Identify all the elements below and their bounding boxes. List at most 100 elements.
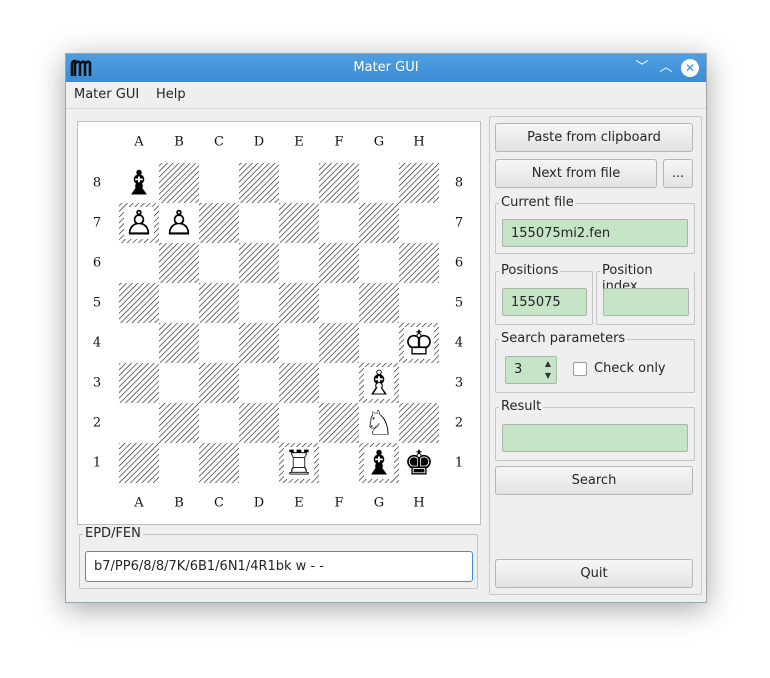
dark-square[interactable] (399, 163, 439, 203)
depth-spinbox[interactable]: 3 ▲ ▼ (505, 356, 557, 384)
dark-square[interactable] (319, 243, 359, 283)
menu-help[interactable]: Help (156, 82, 186, 108)
white-rook-e1[interactable]: ♖ (284, 444, 314, 484)
position-index-field[interactable] (603, 288, 689, 316)
black-king-h1[interactable]: ♚ (404, 444, 434, 484)
white-pawn-b7[interactable]: ♙ (164, 204, 194, 244)
dark-square[interactable] (159, 403, 199, 443)
fen-label: EPD/FEN (83, 526, 143, 542)
current-file-label: Current file (499, 195, 576, 211)
file-label-top: F (334, 135, 343, 150)
positions-label: Positions (499, 263, 561, 279)
dark-square[interactable] (399, 403, 439, 443)
rank-label-left: 5 (93, 296, 101, 311)
dark-square[interactable] (119, 443, 159, 483)
dark-square[interactable] (279, 203, 319, 243)
rank-label-left: 4 (93, 336, 101, 351)
dark-square[interactable] (279, 363, 319, 403)
dark-square[interactable] (319, 163, 359, 203)
file-label-top: B (174, 135, 184, 150)
black-bishop-g1[interactable]: ♝ (364, 444, 394, 484)
dark-square[interactable] (239, 243, 279, 283)
result-label: Result (499, 399, 544, 415)
current-file-field: 155075mi2.fen (502, 219, 688, 247)
file-label-bottom: H (413, 496, 424, 511)
fen-group: EPD/FEN (79, 526, 478, 589)
rank-label-left: 8 (93, 176, 101, 191)
result-field (502, 424, 688, 452)
current-file-group: Current file 155075mi2.fen (495, 195, 695, 254)
browse-file-button[interactable]: ... (663, 159, 693, 188)
minimize-icon[interactable]: ﹀ (632, 58, 652, 78)
white-pawn-a7[interactable]: ♙ (124, 204, 154, 244)
result-group: Result (495, 399, 695, 461)
dark-square[interactable] (199, 203, 239, 243)
search-button[interactable]: Search (495, 466, 693, 495)
dark-square[interactable] (359, 283, 399, 323)
rank-label-left: 7 (93, 216, 101, 231)
close-icon[interactable]: ✕ (681, 59, 699, 77)
file-label-bottom: A (133, 496, 144, 511)
file-label-bottom: G (374, 496, 384, 511)
dark-square[interactable] (399, 243, 439, 283)
dark-square[interactable] (119, 363, 159, 403)
rank-label-right: 8 (455, 176, 463, 191)
file-label-top: G (374, 135, 384, 150)
chess-board-panel: AABBCCDDEEFFGGHH8877665544332211 ♝ ♙ ♙ ♔ ♗ ♘ ♖… (77, 121, 481, 525)
file-label-bottom: F (334, 496, 343, 511)
rank-label-left: 3 (93, 376, 101, 391)
file-label-top: H (413, 135, 424, 150)
white-knight-g2[interactable]: ♘ (364, 404, 394, 444)
file-label-bottom: E (294, 496, 304, 511)
dark-square[interactable] (119, 283, 159, 323)
menu-mater-gui[interactable]: Mater GUI (74, 82, 139, 108)
rank-label-left: 6 (93, 256, 101, 271)
spin-up-icon[interactable]: ▲ (543, 358, 553, 370)
check-only-label[interactable]: Check only (594, 360, 666, 378)
dark-square[interactable] (319, 403, 359, 443)
check-only-checkbox[interactable] (573, 362, 587, 376)
search-parameters-group: Search parameters 3 ▲ ▼ Check only (495, 331, 695, 393)
rank-label-right: 1 (455, 456, 463, 471)
dark-square[interactable] (199, 363, 239, 403)
rank-label-right: 6 (455, 256, 463, 271)
rank-label-right: 3 (455, 376, 463, 391)
black-bishop-a8[interactable]: ♝ (124, 164, 154, 204)
menu-bar: Mater GUI Help (66, 82, 706, 109)
white-king-h4[interactable]: ♔ (404, 324, 434, 364)
file-label-top: E (294, 135, 304, 150)
dark-square[interactable] (239, 403, 279, 443)
dark-square[interactable] (319, 323, 359, 363)
depth-value: 3 (514, 362, 523, 377)
rank-label-left: 1 (93, 456, 101, 471)
dark-square[interactable] (239, 163, 279, 203)
white-bishop-g3[interactable]: ♗ (364, 364, 394, 404)
fen-input[interactable] (85, 551, 473, 582)
spin-down-icon[interactable]: ▼ (543, 370, 553, 382)
file-label-top: D (254, 135, 264, 150)
title-bar[interactable]: Mater GUI ﹀ ︿ ✕ (66, 54, 706, 82)
main-window: Mater GUI ﹀ ︿ ✕ Mater GUI Help A A B B C C D D E… (65, 53, 707, 603)
maximize-icon[interactable]: ︿ (656, 58, 676, 78)
dark-square[interactable] (199, 283, 239, 323)
quit-button[interactable]: Quit (495, 559, 693, 588)
dark-square[interactable] (199, 443, 239, 483)
rank-label-right: 2 (455, 416, 463, 431)
file-label-bottom: B (174, 496, 184, 511)
dark-square[interactable] (239, 323, 279, 363)
window-title: Mater GUI (353, 60, 419, 75)
dark-square[interactable] (159, 323, 199, 363)
dark-square[interactable] (159, 243, 199, 283)
search-parameters-label: Search parameters (499, 331, 628, 347)
file-label-bottom: D (254, 496, 264, 511)
file-label-top: C (214, 135, 224, 150)
rank-label-right: 4 (455, 336, 463, 351)
file-label-bottom: C (214, 496, 224, 511)
next-from-file-button[interactable]: Next from file (495, 159, 657, 188)
dark-square[interactable] (279, 283, 319, 323)
rank-label-left: 2 (93, 416, 101, 431)
dark-square[interactable] (359, 203, 399, 243)
chess-board[interactable]: AABBCCDDEEFFGGHH8 87 76 65 54 43 32 21 1 ♝♙ ♙♔♗♘♖… (78, 122, 480, 524)
dark-square[interactable] (159, 163, 199, 203)
paste-from-clipboard-button[interactable]: Paste from clipboard (495, 123, 693, 152)
